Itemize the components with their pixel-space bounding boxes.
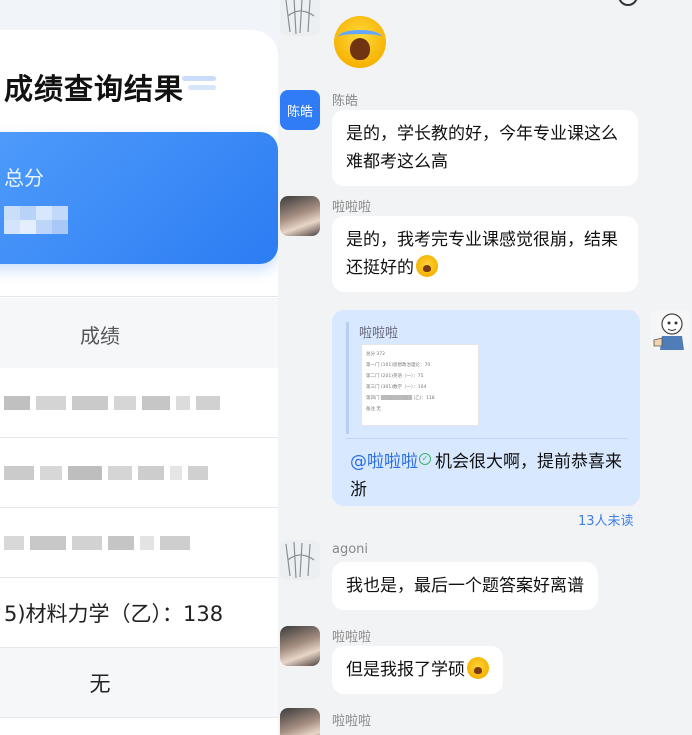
divider — [0, 296, 278, 297]
avatar[interactable] — [280, 626, 320, 666]
table-row — [0, 368, 278, 438]
message-bubble[interactable]: 是的，学长教的好，今年专业课这么难都考这么高 — [332, 110, 638, 186]
score-result-panel: 成绩查询结果 总分 成绩 5)材料力学（乙）：138 无 — [0, 0, 278, 735]
quoted-score-image[interactable]: 总分 372 第一门 (101)思想政治理论：70 第二门 (201)英语（一）… — [361, 344, 479, 426]
reply-message-bubble[interactable]: 啦啦啦 总分 372 第一门 (101)思想政治理论：70 第二门 (201)英… — [332, 310, 640, 506]
quoted-message[interactable]: 啦啦啦 总分 372 第一门 (101)思想政治理论：70 第二门 (201)英… — [346, 322, 628, 434]
total-score-card: 总分 — [0, 132, 278, 264]
verified-icon: ✓ — [419, 453, 431, 465]
avatar[interactable] — [280, 196, 320, 236]
table-row — [0, 508, 278, 578]
message-text: 但是我报了学硕 — [346, 660, 465, 680]
score-column-label: 成绩 — [80, 324, 120, 348]
score-column-header: 成绩 — [0, 298, 278, 368]
sender-name: 啦啦啦 — [332, 200, 372, 215]
sender-name: 陈皓 — [332, 94, 359, 109]
message-text: 我也是，最后一个题答案好离谱 — [346, 576, 584, 596]
page-title: 成绩查询结果 — [4, 72, 185, 106]
total-score-mosaic — [4, 206, 68, 234]
avatar[interactable] — [280, 540, 320, 580]
message-text: 是的，我考完专业课感觉很崩，结果还挺好的 — [346, 230, 618, 278]
remark-text: 无 — [89, 672, 111, 696]
crying-emoji-icon — [467, 657, 489, 679]
quoted-sender-name: 啦啦啦 — [359, 326, 399, 341]
avatar[interactable] — [280, 708, 320, 735]
sender-name: agoni — [332, 542, 369, 557]
quote-divider — [346, 438, 628, 439]
table-row: 无 — [0, 648, 278, 718]
subject-score-text: 5)材料力学（乙）：138 — [4, 602, 224, 626]
avatar[interactable] — [650, 310, 690, 350]
crying-emoji-icon — [416, 255, 438, 277]
more-options-icon[interactable] — [618, 0, 638, 6]
avatar[interactable] — [280, 0, 320, 36]
avatar[interactable]: 陈皓 — [280, 90, 320, 130]
message-bubble[interactable]: 但是我报了学硕 — [332, 646, 503, 694]
total-score-label: 总分 — [4, 166, 44, 190]
message-text: 是的，学长教的好，今年专业课这么难都考这么高 — [346, 124, 618, 172]
image-line: 第一门 (101)思想政治理论：70 — [366, 363, 431, 368]
message-bubble[interactable]: 是的，我考完专业课感觉很崩，结果还挺好的 — [332, 216, 638, 292]
group-chat-panel[interactable]: ‹ 陈皓 陈皓 是的，学长教的好，今年专业课这么难都考这么高 啦啦啦 是的，我考… — [278, 0, 692, 735]
message-bubble[interactable]: 我也是，最后一个题答案好离谱 — [332, 562, 598, 610]
sender-name: 啦啦啦 — [332, 630, 372, 645]
image-line: 第三门 (301)数学（一）：104 — [366, 385, 427, 390]
redacted-text — [4, 536, 190, 550]
crying-emoji-icon — [334, 16, 386, 68]
image-line: 备注 无 — [366, 407, 381, 412]
image-line: 总分 372 — [366, 352, 386, 357]
image-line: 第二门 (201)英语（一）：75 — [366, 374, 424, 379]
redacted-text — [4, 396, 220, 410]
reply-body: @啦啦啦 ✓ 机会很大啊，提前恭喜来浙 — [350, 448, 630, 504]
table-row — [0, 438, 278, 508]
title-decoration-icon — [182, 76, 216, 96]
image-line: 第四门 ▒▒▒▒▒▒▒▒▒ (乙)：118 — [366, 396, 435, 401]
redacted-text — [4, 466, 208, 480]
unread-count[interactable]: 13人未读 — [578, 510, 634, 529]
chat-header: ‹ — [278, 0, 692, 8]
sender-name: 啦啦啦 — [332, 714, 372, 729]
table-row: 5)材料力学（乙）：138 — [0, 578, 278, 648]
mention-link[interactable]: @啦啦啦 — [350, 452, 418, 472]
